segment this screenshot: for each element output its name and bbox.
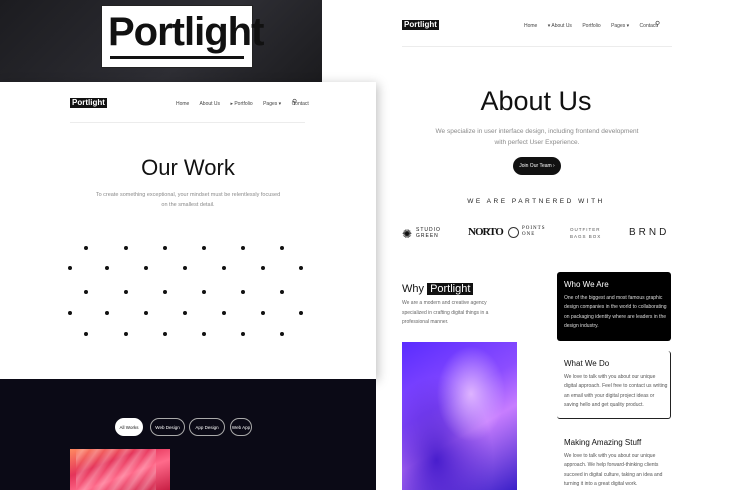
pattern-dot bbox=[163, 290, 167, 294]
pattern-dot bbox=[163, 246, 167, 250]
main-nav: Home ▾ About Us Portfolio Pages ▾ Contac… bbox=[524, 23, 666, 29]
logo-wordmark: Portlight bbox=[108, 10, 264, 54]
card-making-amazing-stuff: Making Amazing Stuff We love to talk wit… bbox=[557, 430, 671, 490]
nav-logo[interactable]: Portlight bbox=[402, 20, 439, 30]
page-title: Our Work bbox=[141, 155, 235, 180]
nav-logo[interactable]: Portlight bbox=[70, 98, 107, 108]
partner-logo-outfiter: OUTFITER BAGS BOX bbox=[570, 227, 602, 239]
pattern-dot bbox=[183, 266, 187, 270]
pattern-dot bbox=[280, 332, 284, 336]
pattern-dot bbox=[241, 246, 245, 250]
card-title: Making Amazing Stuff bbox=[564, 438, 642, 447]
our-work-page-preview: Portlight Home About Us ▸ Portfolio Page… bbox=[0, 82, 376, 379]
why-heading: Why Portlight bbox=[402, 283, 474, 295]
page-subtitle: To create something exceptional, your mi… bbox=[95, 192, 281, 208]
ring-icon bbox=[508, 227, 519, 238]
pattern-dot bbox=[280, 290, 284, 294]
pattern-dot bbox=[280, 246, 284, 250]
nav-pages[interactable]: Pages ▾ bbox=[611, 23, 629, 29]
nav-pages[interactable]: Pages ▾ bbox=[263, 101, 281, 107]
abstract-purple-image bbox=[402, 342, 517, 490]
portlight-logo: Portlight bbox=[101, 5, 264, 68]
header-divider bbox=[402, 46, 672, 47]
link-icon[interactable]: ⚲ bbox=[655, 21, 663, 29]
pattern-dot bbox=[68, 311, 72, 315]
portfolio-thumbnail[interactable] bbox=[70, 449, 170, 490]
page-title: About Us bbox=[480, 86, 592, 116]
pattern-dot bbox=[202, 332, 206, 336]
pattern-dot bbox=[124, 290, 128, 294]
card-text: We love to talk with you about our uniqu… bbox=[564, 453, 663, 488]
pattern-dot bbox=[222, 311, 226, 315]
filter-web-app[interactable]: Web App bbox=[230, 418, 252, 436]
partner-logo-norto: NORTO bbox=[468, 226, 504, 238]
portfolio-filter-section: All Works Web Design App Design Web App bbox=[0, 379, 376, 490]
pattern-dot bbox=[202, 246, 206, 250]
pattern-dot bbox=[261, 266, 265, 270]
pattern-dot bbox=[299, 311, 303, 315]
pattern-dot bbox=[68, 266, 72, 270]
why-highlight: Portlight bbox=[427, 283, 474, 295]
pattern-dot bbox=[183, 311, 187, 315]
nav-portfolio[interactable]: Portfolio bbox=[582, 23, 600, 29]
pattern-dot bbox=[105, 266, 109, 270]
nav-portfolio[interactable]: ▸ Portfolio bbox=[230, 101, 252, 107]
pattern-dot bbox=[202, 290, 206, 294]
starburst-icon: ✺ bbox=[402, 227, 413, 241]
why-description: We are a modern and creative agency spec… bbox=[402, 300, 489, 325]
pattern-dot bbox=[84, 290, 88, 294]
pattern-dot bbox=[124, 246, 128, 250]
logo-underline bbox=[110, 56, 244, 59]
pattern-dot bbox=[299, 266, 303, 270]
nav-home[interactable]: Home bbox=[176, 101, 189, 107]
card-title: Who We Are bbox=[564, 280, 609, 289]
pattern-dot bbox=[84, 246, 88, 250]
pattern-dot bbox=[144, 266, 148, 270]
pattern-dot bbox=[105, 311, 109, 315]
filter-web-design[interactable]: Web Design bbox=[150, 418, 185, 436]
about-page-preview: Portlight Home ▾ About Us Portfolio Page… bbox=[322, 0, 750, 490]
card-who-we-are: Who We Are One of the biggest and most f… bbox=[557, 272, 671, 341]
pattern-dot bbox=[84, 332, 88, 336]
pattern-dot bbox=[163, 332, 167, 336]
link-icon[interactable]: ⚲ bbox=[292, 99, 300, 107]
pattern-dot bbox=[241, 332, 245, 336]
pattern-dot bbox=[261, 311, 265, 315]
pattern-dot bbox=[124, 332, 128, 336]
nav-about[interactable]: ▾ About Us bbox=[548, 23, 572, 29]
pattern-dot bbox=[241, 290, 245, 294]
nav-about[interactable]: About Us bbox=[199, 101, 220, 107]
card-text: We love to talk with you about our uniqu… bbox=[564, 374, 668, 409]
card-text: One of the biggest and most famous graph… bbox=[564, 295, 667, 330]
partners-heading: WE ARE PARTNERED WITH bbox=[467, 198, 605, 205]
filter-all-works[interactable]: All Works bbox=[115, 418, 143, 436]
pattern-dot bbox=[144, 311, 148, 315]
header-divider bbox=[70, 122, 305, 123]
pattern-dot bbox=[222, 266, 226, 270]
join-team-button[interactable]: Join Our Team › bbox=[513, 157, 561, 175]
nav-home[interactable]: Home bbox=[524, 23, 537, 29]
card-what-we-do: What We Do We love to talk with you abou… bbox=[557, 351, 671, 419]
filter-app-design[interactable]: App Design bbox=[189, 418, 225, 436]
page-subtitle: We specialize in user interface design, … bbox=[435, 128, 639, 146]
partner-logo-brnd: BRND bbox=[629, 227, 670, 238]
card-title: What We Do bbox=[564, 359, 610, 368]
